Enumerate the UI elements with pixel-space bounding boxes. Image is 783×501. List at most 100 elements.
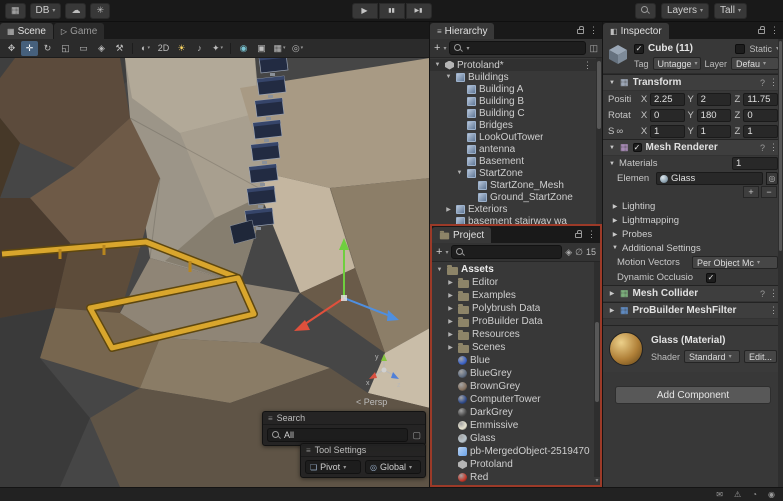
tab-inspector[interactable]: ◧ Inspector xyxy=(603,23,669,39)
help-icon[interactable]: ? xyxy=(760,143,765,153)
component-menu-icon[interactable]: ⋮ xyxy=(769,305,778,316)
project-item-red[interactable]: Red xyxy=(432,471,600,484)
foldout-closed-icon[interactable]: ▶ xyxy=(446,279,455,286)
lock-icon[interactable] xyxy=(577,29,584,34)
motion-vectors-dropdown[interactable]: Per Object Mc ▾ xyxy=(692,256,778,269)
project-item-pb-mergedobject-2519470[interactable]: pb-MergedObject-2519470 xyxy=(432,445,600,458)
project-item-glass[interactable]: Glass xyxy=(432,432,600,445)
project-item-assets[interactable]: ▼Assets xyxy=(432,263,600,276)
transform-y-field[interactable]: 2 xyxy=(697,93,732,106)
custom-tool-icon[interactable]: ⚒ xyxy=(111,41,128,56)
hierarchy-item-antenna[interactable]: antenna xyxy=(430,143,602,155)
layer-dropdown[interactable]: Defau ▾ xyxy=(731,57,779,70)
tab-hierarchy[interactable]: ≡ Hierarchy xyxy=(430,23,494,39)
mesh-renderer-component-header[interactable]: ▼ ▦ ✓ Mesh Renderer ? ⋮ xyxy=(603,139,783,156)
foldout-closed-icon[interactable]: ▶ xyxy=(446,292,455,299)
panel-menu-icon[interactable]: ⋮ xyxy=(770,25,779,36)
foldout-closed-icon[interactable]: ▶ xyxy=(446,305,455,312)
project-item-bluegrey[interactable]: BlueGrey xyxy=(432,367,600,380)
project-item-blue[interactable]: Blue xyxy=(432,354,600,367)
add-component-button[interactable]: Add Component xyxy=(615,386,771,404)
hierarchy-item-bridges[interactable]: Bridges xyxy=(430,119,602,131)
hierarchy-search-input[interactable]: ▾ xyxy=(449,41,586,55)
foldout-closed-icon[interactable]: ▶ xyxy=(444,206,453,213)
transform-x-field[interactable]: 2.25 xyxy=(650,93,685,106)
foldout-closed-icon[interactable]: ▶ xyxy=(446,344,455,351)
hidden-objects-toggle[interactable]: ◉ xyxy=(235,41,252,56)
component-enabled-checkbox[interactable]: ✓ xyxy=(633,143,642,152)
transform-y-field[interactable]: 180 xyxy=(697,109,732,122)
scroll-down-arrow-icon[interactable]: ▼ xyxy=(594,477,600,485)
static-checkbox[interactable] xyxy=(735,44,745,54)
hierarchy-item-exteriors[interactable]: ▶Exteriors xyxy=(430,203,602,215)
foldout-open-icon[interactable]: ▼ xyxy=(433,62,442,68)
visibility-filter-icon[interactable]: ◫ xyxy=(589,43,598,54)
scene-menu-icon[interactable]: ⋮ xyxy=(583,60,594,71)
editor-search-button[interactable] xyxy=(635,3,656,19)
panel-menu-icon[interactable]: ⋮ xyxy=(589,25,598,36)
foldout-open-icon[interactable]: ▼ xyxy=(608,161,616,167)
hierarchy-item-building-c[interactable]: Building C xyxy=(430,107,602,119)
view-pan-tool-icon[interactable]: ✥ xyxy=(3,41,20,56)
material-object-field[interactable]: Glass xyxy=(656,172,763,185)
create-object-button[interactable]: + xyxy=(434,42,440,54)
materials-count-field[interactable]: 1 xyxy=(732,157,778,170)
foldout-probes[interactable]: ▶Probes xyxy=(603,227,783,241)
transform-z-field[interactable]: 1 xyxy=(743,125,778,138)
audio-toggle[interactable]: ♪ xyxy=(191,41,208,56)
foldout-closed-icon[interactable]: ▶ xyxy=(608,307,616,314)
transform-tool-icon[interactable]: ◈ xyxy=(93,41,110,56)
hierarchy-item-basement[interactable]: Basement xyxy=(430,155,602,167)
uniform-scale-link-icon[interactable]: ∞ xyxy=(616,126,623,137)
project-item-editor[interactable]: ▶Editor xyxy=(432,276,600,289)
pause-button[interactable]: ▮▮ xyxy=(379,3,405,19)
hierarchy-item-building-b[interactable]: Building B xyxy=(430,95,602,107)
effects-dropdown[interactable]: ✦▾ xyxy=(209,41,226,56)
project-item-emmissive[interactable]: Emmissive xyxy=(432,419,600,432)
scene-search-input[interactable]: All xyxy=(267,428,408,442)
foldout-lighting[interactable]: ▶Lighting xyxy=(603,199,783,213)
transform-x-field[interactable]: 0 xyxy=(650,109,685,122)
rotate-tool-icon[interactable]: ↻ xyxy=(39,41,56,56)
filter-by-type-icon[interactable]: ◈ xyxy=(565,247,572,258)
component-menu-icon[interactable]: ⋮ xyxy=(769,288,778,299)
open-search-window-icon[interactable]: ▢ xyxy=(412,430,421,441)
scene-lighting-toggle[interactable]: ☀ xyxy=(173,41,190,56)
hierarchy-item-lookouttower[interactable]: LookOutTower xyxy=(430,131,602,143)
foldout-open-icon[interactable]: ▼ xyxy=(608,145,616,151)
scale-tool-icon[interactable]: ◱ xyxy=(57,41,74,56)
transform-z-field[interactable]: 11.75 xyxy=(743,93,778,106)
hierarchy-item-ground-startzone[interactable]: Ground_StartZone xyxy=(430,191,602,203)
project-scrollbar[interactable] xyxy=(594,262,600,477)
collab-button[interactable]: ✳ xyxy=(90,3,110,19)
grid-tool-button[interactable]: ▦ xyxy=(5,3,26,19)
move-tool-icon[interactable]: ✛ xyxy=(21,41,38,56)
hierarchy-item-startzone-mesh[interactable]: StartZone_Mesh xyxy=(430,179,602,191)
activity-icon[interactable]: ◉ xyxy=(768,490,775,499)
add-material-button[interactable]: + xyxy=(743,186,759,198)
help-icon[interactable]: ? xyxy=(760,289,765,299)
step-button[interactable]: ▶▮ xyxy=(406,3,432,19)
dynamic-occlusion-checkbox[interactable]: ✓ xyxy=(706,273,716,283)
account-dropdown[interactable]: DB ▾ xyxy=(30,3,62,19)
tab-scene[interactable]: ▦ Scene xyxy=(0,23,53,39)
tag-dropdown[interactable]: Untagge ▾ xyxy=(653,57,701,70)
project-item-resources[interactable]: ▶Resources xyxy=(432,328,600,341)
probuilder-meshfilter-component-header[interactable]: ▶ ▦ ProBuilder MeshFilter ⋮ xyxy=(603,302,783,319)
console-message-icon[interactable]: ✉ xyxy=(716,490,723,499)
edit-shader-button[interactable]: Edit... xyxy=(744,350,777,363)
component-menu-icon[interactable]: ⋮ xyxy=(769,77,778,88)
shader-dropdown[interactable]: Standard ▾ xyxy=(684,350,740,363)
foldout-closed-icon[interactable]: ▶ xyxy=(446,331,455,338)
transform-component-header[interactable]: ▼ ▦ Transform ? ⋮ xyxy=(603,74,783,91)
scene-viewport[interactable]: y x z < Persp ≡ Search All ▢ xyxy=(0,58,429,487)
drag-handle-icon[interactable]: ≡ xyxy=(306,446,311,455)
2d-toggle[interactable]: 2D xyxy=(155,41,172,56)
hierarchy-item-buildings[interactable]: ▼Buildings xyxy=(430,71,602,83)
tab-project[interactable]: Project xyxy=(432,227,491,243)
rect-tool-icon[interactable]: ▭ xyxy=(75,41,92,56)
project-item-examples[interactable]: ▶Examples xyxy=(432,289,600,302)
additional-settings-foldout[interactable]: ▼ Additional Settings xyxy=(603,241,783,255)
create-asset-button[interactable]: + xyxy=(436,246,442,258)
foldout-open-icon[interactable]: ▼ xyxy=(608,80,616,86)
